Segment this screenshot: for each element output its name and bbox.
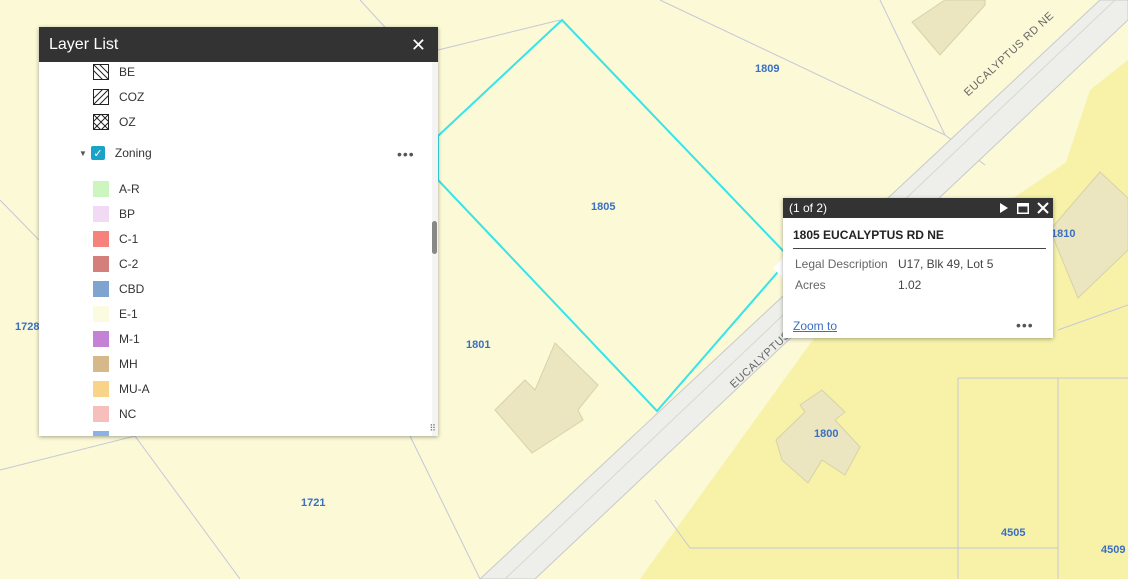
color-swatch — [93, 356, 109, 372]
popup-pointer — [773, 258, 783, 278]
scrollbar-track[interactable] — [432, 62, 438, 436]
field-value-acres: 1.02 — [898, 278, 922, 292]
more-options-icon[interactable]: ••• — [1016, 317, 1034, 333]
legend-label: MU-A — [119, 382, 150, 396]
layer-list-header: Layer List ✕ — [39, 27, 438, 62]
zoning-layer-label: Zoning — [114, 146, 152, 160]
legend-label: BP — [119, 207, 136, 221]
legend-item-zoning: E-1 — [93, 305, 138, 323]
color-swatch — [93, 181, 109, 197]
legend-label: E-1 — [119, 307, 138, 321]
maximize-icon[interactable] — [1017, 202, 1029, 214]
feature-popup: (1 of 2) 1805 EUCALYPTUS RD NE Legal Des… — [783, 198, 1053, 338]
zoom-to-link[interactable]: Zoom to — [793, 319, 837, 333]
legend-item-zoning: C-2 — [93, 255, 138, 273]
popup-counter: (1 of 2) — [789, 201, 828, 215]
close-icon[interactable]: ✕ — [411, 36, 426, 54]
color-swatch — [93, 256, 109, 272]
legend-label: NC — [119, 407, 137, 421]
next-icon[interactable] — [999, 203, 1009, 213]
popup-title: 1805 EUCALYPTUS RD NE — [793, 228, 1046, 249]
legend-item-zoning: A-R — [93, 180, 140, 198]
parcel-label-1809[interactable]: 1809 — [755, 63, 779, 75]
hatch-forward-icon — [93, 89, 109, 105]
legend-item-zoning: M-1 — [93, 330, 140, 348]
parcel-label-4505[interactable]: 4505 — [1001, 527, 1025, 539]
color-swatch — [93, 381, 109, 397]
zoning-checkbox[interactable]: ✓ — [90, 146, 105, 160]
popup-header: (1 of 2) — [783, 198, 1053, 218]
legend-item-zoning: MH — [93, 355, 138, 373]
field-value-legal-description: U17, Blk 49, Lot 5 — [898, 257, 994, 271]
color-swatch — [93, 231, 109, 247]
legend-item-zoning — [93, 430, 119, 436]
more-options-icon[interactable]: ••• — [397, 146, 415, 162]
legend-label: COZ — [119, 90, 145, 104]
legend-label: OZ — [119, 115, 136, 129]
parcel-label-1805[interactable]: 1805 — [591, 201, 615, 213]
legend-label: BE — [119, 65, 136, 79]
parcel-label-1801[interactable]: 1801 — [466, 339, 490, 351]
legend-item-be: BE — [93, 63, 135, 81]
legend-item-zoning: C-1 — [93, 230, 138, 248]
layer-list-panel: Layer List ✕ BE COZ OZ ▼ ✓ Zoning ••• A-… — [39, 27, 438, 436]
legend-label: M-1 — [119, 332, 140, 346]
legend-item-zoning: BP — [93, 205, 135, 223]
color-swatch — [93, 206, 109, 222]
hatch-cross-icon — [93, 114, 109, 130]
color-swatch — [93, 431, 109, 436]
legend-item-zoning: MU-A — [93, 380, 150, 398]
legend-item-zoning: NC — [93, 405, 136, 423]
layer-zoning[interactable]: ▼ ✓ Zoning — [79, 146, 152, 160]
parcel-label-1800[interactable]: 1800 — [814, 428, 838, 440]
parcel-label-1810[interactable]: 1810 — [1051, 228, 1075, 240]
color-swatch — [93, 331, 109, 347]
layer-list-title: Layer List — [49, 35, 119, 53]
resize-grip-icon[interactable]: ⠿ — [429, 423, 436, 434]
caret-down-icon[interactable]: ▼ — [79, 149, 87, 158]
popup-controls — [999, 202, 1049, 214]
legend-label: CBD — [119, 282, 145, 296]
legend-label: C-1 — [119, 232, 139, 246]
legend-item-coz: COZ — [93, 88, 144, 106]
legend-label: A-R — [119, 182, 140, 196]
color-swatch — [93, 306, 109, 322]
legend-item-zoning: CBD — [93, 280, 144, 298]
legend-item-oz: OZ — [93, 113, 136, 131]
parcel-label-4509[interactable]: 4509 — [1101, 544, 1125, 556]
color-swatch — [93, 406, 109, 422]
field-name-legal-description: Legal Description — [795, 257, 888, 271]
field-name-acres: Acres — [795, 278, 826, 292]
legend-label: C-2 — [119, 257, 139, 271]
scrollbar-thumb[interactable] — [432, 221, 437, 254]
parcel-label-1721[interactable]: 1721 — [301, 497, 325, 509]
legend-label: MH — [119, 357, 138, 371]
hatch-back-icon — [93, 64, 109, 80]
layer-list-body: BE COZ OZ ▼ ✓ Zoning ••• A-R BP C-1 C-2 CBD E… — [39, 62, 438, 436]
close-icon[interactable] — [1037, 202, 1049, 214]
parcel-label-1728[interactable]: 1728 — [15, 321, 39, 333]
color-swatch — [93, 281, 109, 297]
